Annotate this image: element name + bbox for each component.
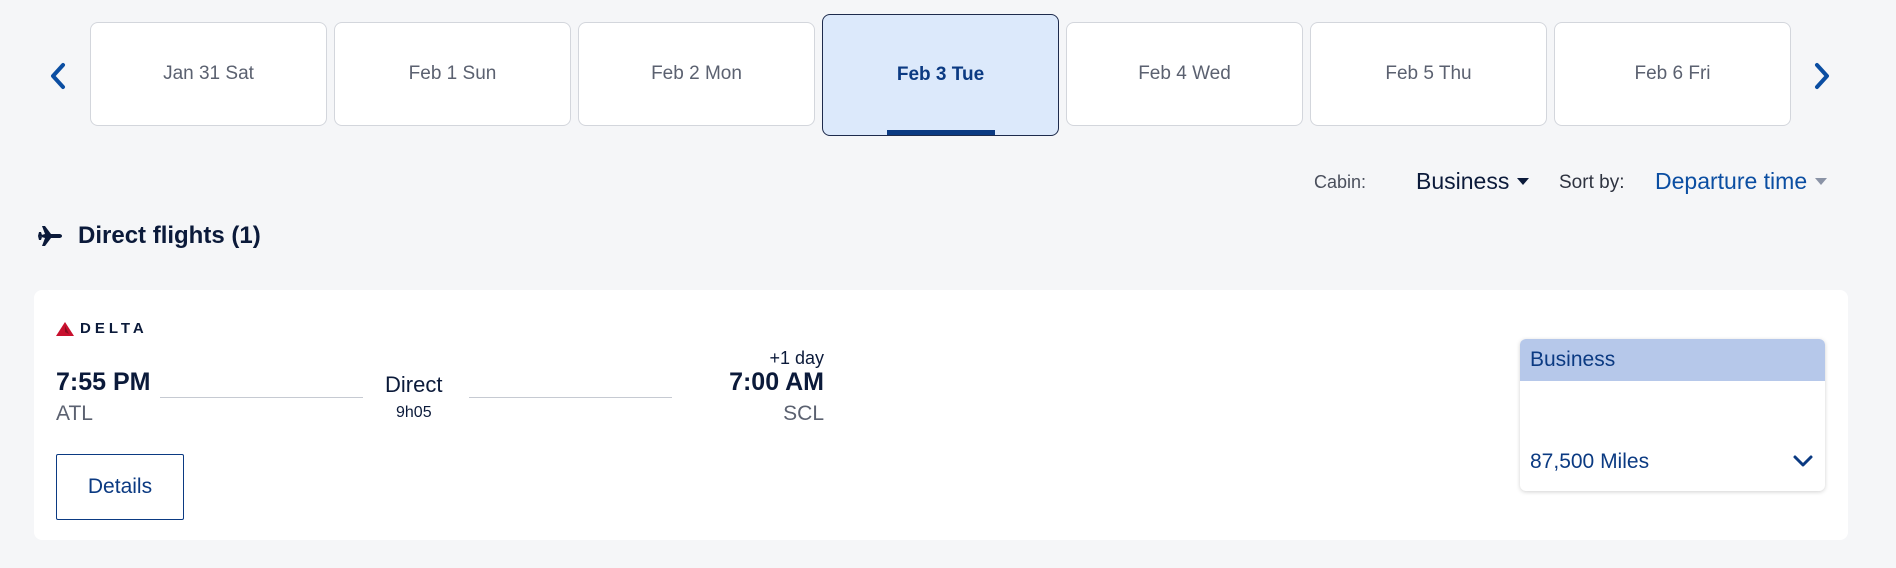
date-tab-feb-3-selected[interactable]: Feb 3 Tue — [822, 14, 1059, 136]
fare-option-business[interactable]: Business 87,500 Miles — [1520, 339, 1825, 491]
departure-time: 7:55 PM — [56, 368, 151, 396]
airplane-icon — [38, 226, 62, 246]
caret-down-icon — [1815, 178, 1828, 185]
prev-dates-button[interactable] — [38, 56, 78, 96]
delta-widget-icon — [56, 321, 74, 336]
chevron-down-icon[interactable] — [1792, 453, 1814, 469]
airline-logo: DELTA — [56, 320, 148, 337]
route-line — [160, 397, 363, 398]
arrival-airport: SCL — [783, 402, 824, 425]
date-tab-feb-5[interactable]: Feb 5 Thu — [1310, 22, 1547, 126]
date-tab-label: Feb 5 Thu — [1385, 63, 1472, 84]
chevron-left-icon — [51, 63, 65, 89]
date-tab-label: Feb 4 Wed — [1138, 63, 1231, 84]
date-tab-label: Jan 31 Sat — [163, 63, 254, 84]
arrival-time: 7:00 AM — [729, 368, 824, 396]
date-tab-feb-2[interactable]: Feb 2 Mon — [578, 22, 815, 126]
chevron-right-icon — [1815, 63, 1829, 89]
day-offset: +1 day — [769, 348, 824, 368]
sort-value: Departure time — [1655, 168, 1808, 194]
fare-cabin-header: Business — [1520, 339, 1825, 381]
date-tab-label: Feb 1 Sun — [408, 63, 497, 84]
caret-down-icon — [1517, 178, 1530, 185]
cabin-value: Business — [1416, 168, 1510, 194]
fare-price: 87,500 Miles — [1530, 450, 1650, 473]
selected-tab-indicator — [887, 130, 995, 135]
next-dates-button[interactable] — [1802, 56, 1842, 96]
date-tab-jan-31[interactable]: Jan 31 Sat — [90, 22, 327, 126]
date-tab-feb-4[interactable]: Feb 4 Wed — [1066, 22, 1303, 126]
date-tab-label: Feb 3 Tue — [896, 64, 985, 85]
date-tab-feb-1[interactable]: Feb 1 Sun — [334, 22, 571, 126]
date-tab-label: Feb 2 Mon — [651, 63, 742, 84]
cabin-dropdown[interactable]: Business — [1416, 168, 1530, 195]
sort-dropdown[interactable]: Departure time — [1655, 168, 1828, 195]
stops-label: Direct — [385, 372, 443, 397]
sort-label: Sort by: — [1559, 172, 1625, 193]
date-tab-feb-6[interactable]: Feb 6 Fri — [1554, 22, 1791, 126]
flight-results-page: Jan 31 Sat Feb 1 Sun Feb 2 Mon Feb 3 Tue… — [0, 0, 1896, 568]
direct-flights-header: Direct flights (1) — [36, 222, 261, 250]
cabin-label: Cabin: — [1314, 172, 1367, 192]
fare-cabin-label: Business — [1530, 348, 1616, 371]
date-tab-label: Feb 6 Fri — [1634, 63, 1711, 84]
section-title: Direct flights (1) — [78, 222, 261, 249]
flight-duration: 9h05 — [396, 404, 432, 421]
details-button[interactable]: Details — [56, 454, 184, 520]
route-line — [469, 397, 672, 398]
departure-airport: ATL — [56, 402, 93, 425]
airline-name: DELTA — [80, 320, 148, 337]
